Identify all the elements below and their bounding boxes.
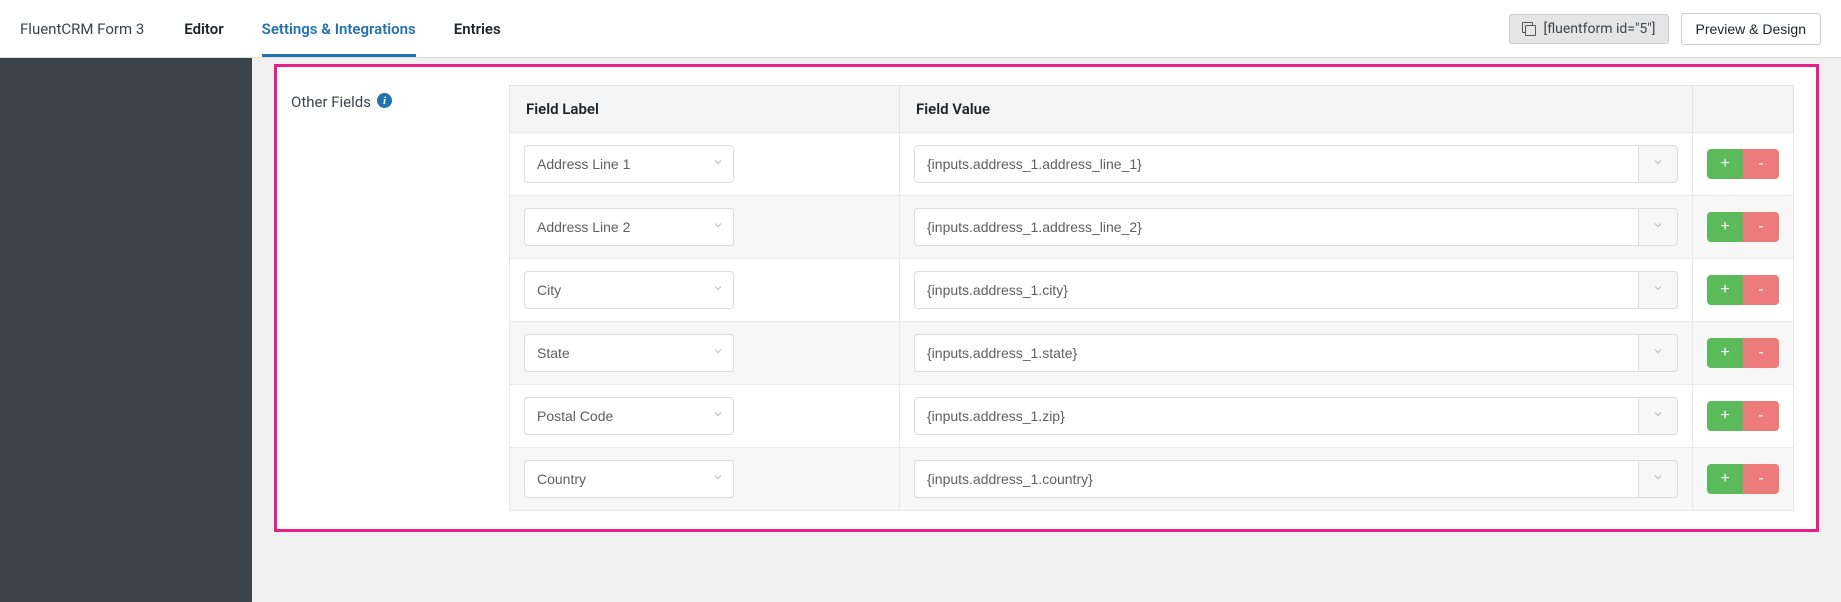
- tab-settings[interactable]: Settings & Integrations: [262, 2, 416, 56]
- table-row: + -: [510, 448, 1794, 511]
- field-value-dropdown[interactable]: [1638, 460, 1678, 498]
- field-label-input[interactable]: [524, 271, 734, 309]
- field-label-input[interactable]: [524, 145, 734, 183]
- table-row: + -: [510, 322, 1794, 385]
- main-panel: Other Fields i Field Label Field Value: [252, 58, 1841, 602]
- field-label-select[interactable]: [524, 460, 734, 498]
- field-value-dropdown[interactable]: [1638, 208, 1678, 246]
- remove-row-button[interactable]: -: [1743, 401, 1779, 431]
- top-bar: FluentCRM Form 3 Editor Settings & Integ…: [0, 0, 1841, 58]
- tab-entries[interactable]: Entries: [454, 2, 501, 56]
- add-row-button[interactable]: +: [1707, 464, 1743, 494]
- top-bar-left: FluentCRM Form 3 Editor Settings & Integ…: [20, 2, 501, 56]
- add-row-button[interactable]: +: [1707, 275, 1743, 305]
- row-actions: + -: [1707, 212, 1779, 242]
- field-value-input[interactable]: [914, 397, 1638, 435]
- field-label-select[interactable]: [524, 271, 734, 309]
- chevron-down-icon: [1652, 345, 1664, 361]
- field-label-input[interactable]: [524, 460, 734, 498]
- tab-editor[interactable]: Editor: [184, 2, 223, 56]
- other-fields-section: Other Fields i Field Label Field Value: [274, 64, 1819, 532]
- remove-row-button[interactable]: -: [1743, 464, 1779, 494]
- remove-row-button[interactable]: -: [1743, 149, 1779, 179]
- row-actions: + -: [1707, 149, 1779, 179]
- shortcode-box[interactable]: [fluentform id="5"]: [1509, 14, 1669, 44]
- preview-design-button[interactable]: Preview & Design: [1681, 13, 1822, 45]
- sidebar-spacer: [0, 58, 252, 602]
- remove-row-button[interactable]: -: [1743, 338, 1779, 368]
- top-bar-right: [fluentform id="5"] Preview & Design: [1509, 13, 1822, 45]
- field-value-input[interactable]: [914, 271, 1638, 309]
- field-label-input[interactable]: [524, 208, 734, 246]
- row-actions: + -: [1707, 464, 1779, 494]
- info-icon[interactable]: i: [377, 93, 392, 108]
- row-actions: + -: [1707, 401, 1779, 431]
- header-actions: [1693, 86, 1794, 133]
- copy-icon: [1522, 22, 1536, 36]
- section-label: Other Fields: [291, 93, 371, 111]
- form-title: FluentCRM Form 3: [20, 20, 144, 38]
- add-row-button[interactable]: +: [1707, 338, 1743, 368]
- remove-row-button[interactable]: -: [1743, 212, 1779, 242]
- table-row: + -: [510, 385, 1794, 448]
- row-actions: + -: [1707, 275, 1779, 305]
- field-label-input[interactable]: [524, 397, 734, 435]
- field-label-select[interactable]: [524, 397, 734, 435]
- table-row: + -: [510, 259, 1794, 322]
- section-label-wrap: Other Fields i: [291, 85, 491, 511]
- chevron-down-icon: [1652, 282, 1664, 298]
- shortcode-text: [fluentform id="5"]: [1544, 21, 1656, 37]
- content-wrap: Other Fields i Field Label Field Value: [0, 58, 1841, 602]
- field-value-dropdown[interactable]: [1638, 397, 1678, 435]
- table-row: + -: [510, 196, 1794, 259]
- field-label-input[interactable]: [524, 334, 734, 372]
- field-value-input[interactable]: [914, 208, 1638, 246]
- field-value-input[interactable]: [914, 145, 1638, 183]
- field-value-input[interactable]: [914, 334, 1638, 372]
- chevron-down-icon: [1652, 156, 1664, 172]
- table-row: + -: [510, 133, 1794, 196]
- add-row-button[interactable]: +: [1707, 401, 1743, 431]
- chevron-down-icon: [1652, 408, 1664, 424]
- field-value-dropdown[interactable]: [1638, 271, 1678, 309]
- row-actions: + -: [1707, 338, 1779, 368]
- add-row-button[interactable]: +: [1707, 212, 1743, 242]
- field-label-select[interactable]: [524, 208, 734, 246]
- field-value-dropdown[interactable]: [1638, 145, 1678, 183]
- field-value-dropdown[interactable]: [1638, 334, 1678, 372]
- chevron-down-icon: [1652, 219, 1664, 235]
- field-label-select[interactable]: [524, 145, 734, 183]
- add-row-button[interactable]: +: [1707, 149, 1743, 179]
- chevron-down-icon: [1652, 471, 1664, 487]
- header-field-value: Field Value: [900, 86, 1693, 133]
- remove-row-button[interactable]: -: [1743, 275, 1779, 305]
- field-label-select[interactable]: [524, 334, 734, 372]
- field-value-input[interactable]: [914, 460, 1638, 498]
- main-tabs: Editor Settings & Integrations Entries: [184, 2, 500, 56]
- fields-table: Field Label Field Value: [509, 85, 1794, 511]
- header-field-label: Field Label: [510, 86, 900, 133]
